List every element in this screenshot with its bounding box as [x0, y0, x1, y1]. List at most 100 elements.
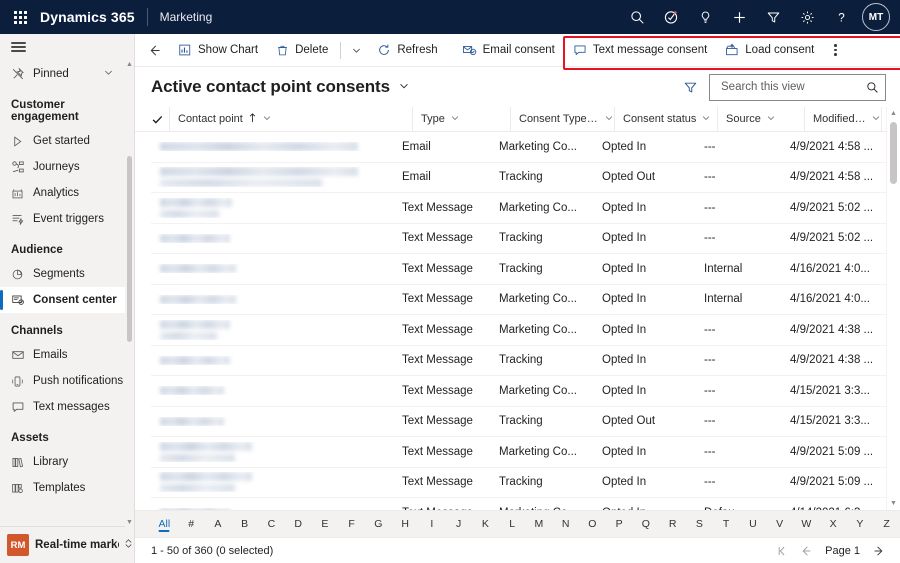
sidebar-item-pinned[interactable]: Pinned — [0, 61, 134, 87]
settings-icon[interactable] — [790, 0, 824, 34]
cell-contact-point[interactable] — [151, 472, 394, 493]
scroll-down-icon[interactable]: ▼ — [887, 497, 900, 510]
alphabet-filter-hash[interactable]: # — [178, 511, 205, 537]
alphabet-filter-i[interactable]: I — [419, 511, 446, 537]
sitemap-toggle-button[interactable] — [0, 34, 134, 60]
search-icon[interactable] — [620, 0, 654, 34]
cell-contact-point[interactable] — [151, 416, 394, 426]
alphabet-filter-w[interactable]: W — [793, 511, 820, 537]
chevron-down-icon[interactable] — [604, 113, 614, 126]
diagnostics-icon[interactable] — [654, 0, 688, 34]
column-header-contact-point[interactable]: Contact point — [169, 107, 412, 131]
alphabet-filter-j[interactable]: J — [445, 511, 472, 537]
alphabet-filter-q[interactable]: Q — [633, 511, 660, 537]
sidebar-item-text-messages[interactable]: Text messages — [0, 394, 134, 420]
previous-page-icon[interactable] — [795, 540, 817, 562]
cell-contact-point[interactable] — [151, 441, 394, 462]
alphabet-filter-o[interactable]: O — [579, 511, 606, 537]
sidebar-item-get-started[interactable]: Get started — [0, 128, 134, 154]
app-launcher-button[interactable] — [0, 0, 40, 34]
app-name-label[interactable]: Marketing — [160, 10, 213, 24]
sidebar-item-push-notifications[interactable]: Push notifications — [0, 368, 134, 394]
chevron-down-icon[interactable] — [262, 113, 272, 126]
table-row[interactable]: Text Message Marketing Co... Opted In Inter… — [151, 285, 900, 315]
cell-contact-point[interactable] — [151, 264, 394, 274]
show-chart-button[interactable]: Show Chart — [169, 35, 267, 65]
alphabet-filter-y[interactable]: Y — [847, 511, 874, 537]
add-icon[interactable] — [722, 0, 756, 34]
alphabet-filter-f[interactable]: F — [338, 511, 365, 537]
search-icon[interactable] — [866, 81, 879, 94]
user-avatar[interactable]: MT — [862, 3, 890, 31]
scroll-up-icon[interactable]: ▲ — [125, 60, 134, 69]
table-row[interactable]: Text Message Tracking Opted In Internal 4/16… — [151, 254, 900, 285]
alphabet-filter-v[interactable]: V — [766, 511, 793, 537]
table-row[interactable]: Text MessageMarketing Co...Opted InDefau… — [151, 498, 900, 510]
back-button[interactable] — [139, 35, 169, 65]
scroll-up-icon[interactable]: ▲ — [887, 107, 900, 120]
cell-contact-point[interactable] — [151, 386, 394, 396]
chevron-down-icon[interactable] — [701, 113, 711, 126]
alphabet-filter-all[interactable]: All — [151, 511, 178, 537]
alphabet-filter-n[interactable]: N — [552, 511, 579, 537]
alphabet-filter-g[interactable]: G — [365, 511, 392, 537]
grid-scroll-thumb[interactable] — [890, 122, 897, 184]
chevron-down-icon[interactable] — [450, 113, 460, 126]
command-overflow-caret[interactable] — [344, 35, 368, 65]
alphabet-filter-b[interactable]: B — [231, 511, 258, 537]
column-header-type[interactable]: Type — [412, 107, 510, 131]
edit-filters-icon[interactable] — [677, 74, 703, 100]
alphabet-filter-z[interactable]: Z — [873, 511, 900, 537]
sidebar-item-event-triggers[interactable]: Event triggers — [0, 206, 134, 232]
select-all-checkbox[interactable] — [151, 107, 169, 131]
table-row[interactable]: Text Message Marketing Co... Opted In --- 4/… — [151, 315, 900, 346]
cell-contact-point[interactable] — [151, 294, 394, 304]
sidebar-item-consent-center[interactable]: Consent center — [0, 287, 134, 313]
more-commands-button[interactable] — [823, 35, 847, 65]
table-row[interactable]: Text Message Marketing Co... Opted In --- 4/… — [151, 193, 900, 224]
sidebar-scroll-thumb[interactable] — [127, 156, 132, 342]
filter-icon[interactable] — [756, 0, 790, 34]
brand-title[interactable]: Dynamics 365 — [40, 9, 147, 25]
cell-contact-point[interactable] — [151, 142, 394, 152]
table-row[interactable]: Text Message Tracking Opted In --- 4/9/2021 … — [151, 224, 900, 254]
cell-contact-point[interactable] — [151, 197, 394, 218]
cell-contact-point[interactable] — [151, 355, 394, 365]
chevron-down-icon[interactable] — [871, 113, 881, 126]
sidebar-scrollbar[interactable]: ▲ ▼ — [125, 60, 134, 527]
delete-button[interactable]: Delete — [267, 35, 337, 65]
sidebar-item-journeys[interactable]: Journeys — [0, 154, 134, 180]
refresh-button[interactable]: Refresh — [368, 35, 446, 65]
table-row[interactable]: Text Message Tracking Opted In --- 4/9/2021 … — [151, 468, 900, 498]
sidebar-item-library[interactable]: Library — [0, 449, 134, 475]
alphabet-filter-k[interactable]: K — [472, 511, 499, 537]
search-view-box[interactable] — [709, 73, 886, 101]
table-row[interactable]: Text Message Tracking Opted In --- 4/9/2021 … — [151, 346, 900, 376]
cell-contact-point[interactable] — [151, 233, 394, 243]
sidebar-item-templates[interactable]: Templates — [0, 475, 134, 501]
alphabet-filter-e[interactable]: E — [312, 511, 339, 537]
view-selector[interactable]: Active contact point consents — [151, 77, 410, 97]
alphabet-filter-t[interactable]: T — [713, 511, 740, 537]
search-input[interactable] — [719, 80, 866, 94]
cell-contact-point[interactable] — [151, 167, 394, 188]
alphabet-filter-d[interactable]: D — [285, 511, 312, 537]
alphabet-filter-r[interactable]: R — [659, 511, 686, 537]
alphabet-filter-x[interactable]: X — [820, 511, 847, 537]
table-row[interactable]: Text Message Marketing Co... Opted In --- 4/… — [151, 376, 900, 407]
text-message-consent-button[interactable]: Text message consent — [564, 35, 716, 65]
alphabet-filter-s[interactable]: S — [686, 511, 713, 537]
alphabet-filter-m[interactable]: M — [526, 511, 553, 537]
table-row[interactable]: Text Message Marketing Co... Opted In --- 4/… — [151, 437, 900, 468]
table-row[interactable]: Text Message Tracking Opted Out --- 4/15/202… — [151, 407, 900, 437]
email-consent-button[interactable]: Email consent — [453, 35, 564, 65]
alphabet-filter-c[interactable]: C — [258, 511, 285, 537]
column-header-consent-status[interactable]: Consent status — [614, 107, 717, 131]
next-page-icon[interactable] — [868, 540, 890, 562]
load-consent-button[interactable]: Load consent — [716, 35, 823, 65]
chevron-down-icon[interactable] — [103, 67, 114, 81]
alphabet-filter-a[interactable]: A — [205, 511, 232, 537]
help-icon[interactable]: ? — [824, 0, 858, 34]
alphabet-filter-p[interactable]: P — [606, 511, 633, 537]
area-switcher-button[interactable]: RM Real-time marketi... — [0, 526, 134, 563]
